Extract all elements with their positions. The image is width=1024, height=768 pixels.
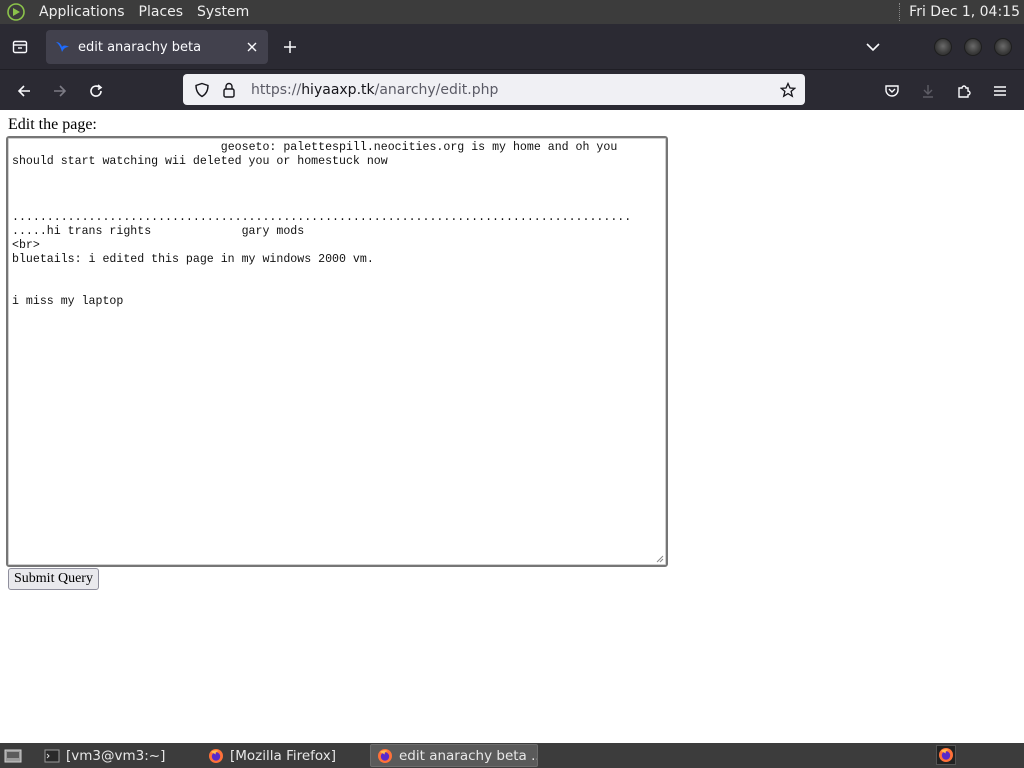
tab-close-icon[interactable] [240,35,264,59]
bird-favicon-icon [54,39,70,55]
close-window-button[interactable] [994,37,1012,56]
bottom-taskbar: [vm3@vm3:~] [Mozilla Firefox] edit anara… [0,743,1024,768]
reload-icon [90,84,103,97]
terminal-icon [44,749,60,762]
submit-query-button[interactable]: Submit Query [8,568,99,590]
pocket-icon [885,85,899,97]
firefox-icon [378,748,392,763]
firefox-icon [209,748,223,763]
download-icon [923,85,933,98]
page-content: Edit the page: geoseto: palettespill.neo… [0,110,1024,743]
new-tab-button[interactable] [276,33,304,61]
bookmark-star-icon[interactable] [773,81,803,98]
firefox-view-icon [12,40,28,53]
forward-button[interactable] [45,76,75,106]
downloads-button[interactable] [913,76,943,106]
maximize-button[interactable] [964,37,982,56]
url-text[interactable]: https://hiyaaxp.tk/anarchy/edit.php [251,82,773,98]
task-terminal[interactable]: [vm3@vm3:~] [38,744,200,767]
tray-firefox-icon[interactable] [936,745,956,765]
list-all-tabs-button[interactable] [860,34,886,60]
system-menu[interactable]: System [190,0,256,24]
tab-edit-anarachy[interactable]: edit anarachy beta [46,30,268,64]
tab-strip: edit anarachy beta [0,24,1024,69]
url-scheme: https:// [251,81,302,98]
window-controls [934,24,1024,69]
arrow-left-icon [17,85,30,97]
show-desktop-icon[interactable] [2,747,24,765]
url-path: /anarchy/edit.php [374,81,499,98]
page-editor: geoseto: palettespill.neocities.org is m… [6,136,668,567]
hamburger-icon [994,86,1006,96]
panel-clock[interactable]: Fri Dec 1, 04:15 [909,4,1024,20]
edit-page-label: Edit the page: [8,116,97,133]
task-label: edit anarachy beta ... [399,747,538,764]
distro-logo-icon[interactable] [6,2,26,22]
arrow-right-icon [54,85,67,97]
lock-icon[interactable] [217,82,241,98]
task-edit-anarachy[interactable]: edit anarachy beta ... [370,744,538,767]
pocket-button[interactable] [877,76,907,106]
resize-grip-icon[interactable] [654,553,664,563]
url-host: hiyaaxp.tk [301,81,375,98]
extensions-button[interactable] [949,76,979,106]
tab-title: edit anarachy beta [78,39,202,55]
app-menu-button[interactable] [985,76,1015,106]
panel-menu: Applications Places System [0,0,256,24]
places-menu[interactable]: Places [132,0,191,24]
top-panel: Applications Places System Fri Dec 1, 04… [0,0,1024,24]
nav-bar: https://hiyaaxp.tk/anarchy/edit.php [0,69,1024,110]
task-label: [vm3@vm3:~] [66,747,166,764]
task-label: [Mozilla Firefox] [230,747,337,764]
clock-area: Fri Dec 1, 04:15 [899,0,1024,24]
url-bar[interactable]: https://hiyaaxp.tk/anarchy/edit.php [183,74,805,105]
page-content-textarea[interactable]: geoseto: palettespill.neocities.org is m… [8,138,666,565]
applications-menu[interactable]: Applications [32,0,132,24]
tracking-shield-icon[interactable] [187,82,217,98]
firefox-view-button[interactable] [0,24,40,69]
back-button[interactable] [9,76,39,106]
minimize-button[interactable] [934,37,952,56]
chevron-down-icon [866,43,880,52]
reload-button[interactable] [81,76,111,106]
plus-icon [284,41,296,53]
task-firefox[interactable]: [Mozilla Firefox] [202,744,366,767]
puzzle-icon [958,85,971,98]
panel-separator [899,3,901,21]
